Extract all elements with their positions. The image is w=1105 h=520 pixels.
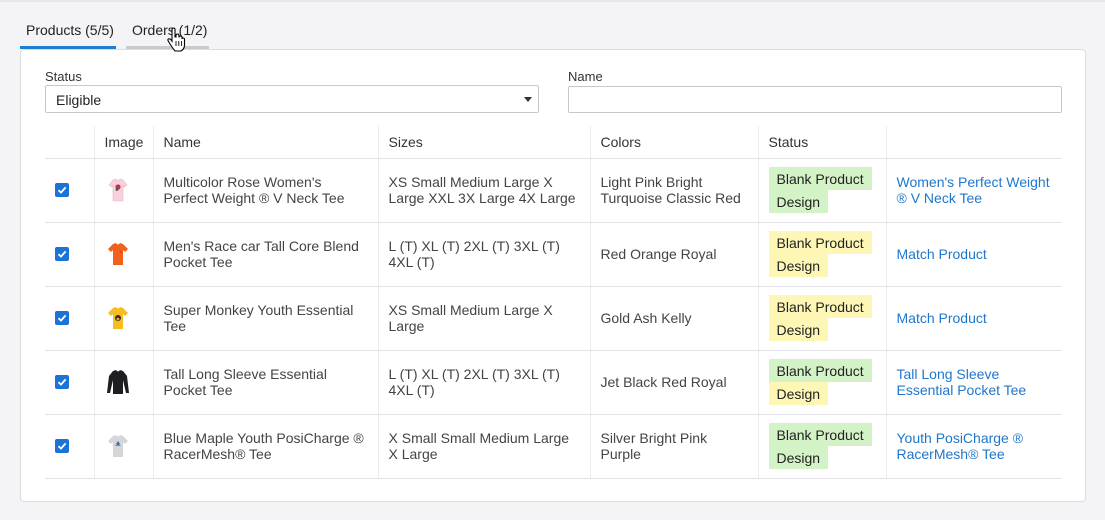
status-badge: Design	[768, 446, 829, 469]
header-image: Image	[93, 126, 153, 159]
gray-maple-tee-icon	[107, 435, 128, 457]
product-colors: Gold Ash Kelly	[589, 286, 758, 351]
hand-pointer-icon	[167, 27, 186, 52]
status-badge: Blank Product	[768, 423, 872, 446]
yellow-monkey-tee-icon	[107, 307, 128, 329]
product-name: Tall Long Sleeve Essential Pocket Tee	[152, 350, 378, 415]
status-filter-select[interactable]: Eligible	[45, 85, 539, 113]
product-sizes: XS Small Medium Large X Large	[377, 286, 590, 351]
row-checkbox[interactable]	[55, 439, 69, 453]
match-link[interactable]: Match Product	[897, 246, 987, 262]
status-badge: Blank Product	[768, 231, 872, 254]
header-colors: Colors	[589, 126, 758, 159]
header-status: Status	[757, 126, 886, 159]
row-checkbox[interactable]	[55, 183, 69, 197]
products-panel: Status Eligible Name Image Name Sizes Co…	[20, 49, 1086, 502]
checkmark-icon	[57, 186, 67, 194]
table-row: Blue Maple Youth PosiCharge ® RacerMesh®…	[45, 414, 1062, 479]
match-link[interactable]: Match Product	[897, 310, 987, 326]
black-long-sleeve-icon	[106, 370, 129, 394]
status-badges: Blank Product Design	[757, 350, 886, 415]
checkmark-icon	[57, 250, 67, 258]
status-badges: Blank Product Design	[757, 286, 886, 351]
status-badges: Blank Product Design	[757, 222, 886, 287]
status-badge: Blank Product	[768, 295, 872, 318]
products-table: Image Name Sizes Colors Status Multicolo…	[45, 126, 1062, 479]
status-badge: Design	[768, 382, 829, 405]
product-sizes: X Small Small Medium Large X Large	[377, 414, 590, 479]
product-sizes: XS Small Medium Large X Large XXL 3X Lar…	[377, 158, 590, 223]
header-match	[885, 126, 1062, 159]
match-link[interactable]: Tall Long Sleeve Essential Pocket Tee	[897, 366, 1027, 398]
table-row: Tall Long Sleeve Essential Pocket Tee L …	[45, 350, 1062, 415]
status-badge: Blank Product	[768, 359, 872, 382]
product-name: Men's Race car Tall Core Blend Pocket Te…	[152, 222, 378, 287]
status-filter-label: Status	[45, 69, 82, 84]
status-badge: Design	[768, 318, 829, 341]
checkmark-icon	[57, 442, 67, 450]
product-colors: Red Orange Royal	[589, 222, 758, 287]
top-divider	[0, 0, 1105, 2]
status-badge: Blank Product	[768, 167, 872, 190]
table-row: Men's Race car Tall Core Blend Pocket Te…	[45, 222, 1062, 287]
product-colors: Silver Bright Pink Purple	[589, 414, 758, 479]
product-name: Super Monkey Youth Essential Tee	[152, 286, 378, 351]
product-colors: Jet Black Red Royal	[589, 350, 758, 415]
match-link[interactable]: Youth PosiCharge ® RacerMesh® Tee	[897, 430, 1024, 462]
status-badges: Blank Product Design	[757, 158, 886, 223]
chevron-down-icon	[524, 97, 532, 102]
product-colors: Light Pink Bright Turquoise Classic Red	[589, 158, 758, 223]
product-sizes: L (T) XL (T) 2XL (T) 3XL (T) 4XL (T)	[377, 222, 590, 287]
name-filter-label: Name	[568, 69, 603, 84]
status-badge: Design	[768, 190, 829, 213]
header-name: Name	[152, 126, 378, 159]
checkmark-icon	[57, 378, 67, 386]
checkmark-icon	[57, 314, 67, 322]
name-filter-input[interactable]	[568, 86, 1062, 113]
status-badges: Blank Product Design	[757, 414, 886, 479]
header-select	[45, 126, 94, 159]
table-row: Super Monkey Youth Essential Tee XS Smal…	[45, 286, 1062, 351]
product-sizes: L (T) XL (T) 2XL (T) 3XL (T) 4XL (T)	[377, 350, 590, 415]
product-name: Multicolor Rose Women's Perfect Weight ®…	[152, 158, 378, 223]
row-checkbox[interactable]	[55, 247, 69, 261]
header-sizes: Sizes	[377, 126, 590, 159]
pink-rose-tee-icon	[108, 178, 127, 202]
table-row: Multicolor Rose Women's Perfect Weight ®…	[45, 158, 1062, 223]
orange-tee-icon	[107, 243, 128, 265]
row-checkbox[interactable]	[55, 311, 69, 325]
row-checkbox[interactable]	[55, 375, 69, 389]
status-filter-value: Eligible	[56, 92, 102, 108]
status-badge: Design	[768, 254, 829, 277]
tab-products[interactable]: Products (5/5)	[20, 17, 116, 49]
product-name: Blue Maple Youth PosiCharge ® RacerMesh®…	[152, 414, 378, 479]
match-link[interactable]: Women's Perfect Weight ® V Neck Tee	[897, 174, 1050, 206]
table-header-row: Image Name Sizes Colors Status	[45, 126, 1062, 159]
